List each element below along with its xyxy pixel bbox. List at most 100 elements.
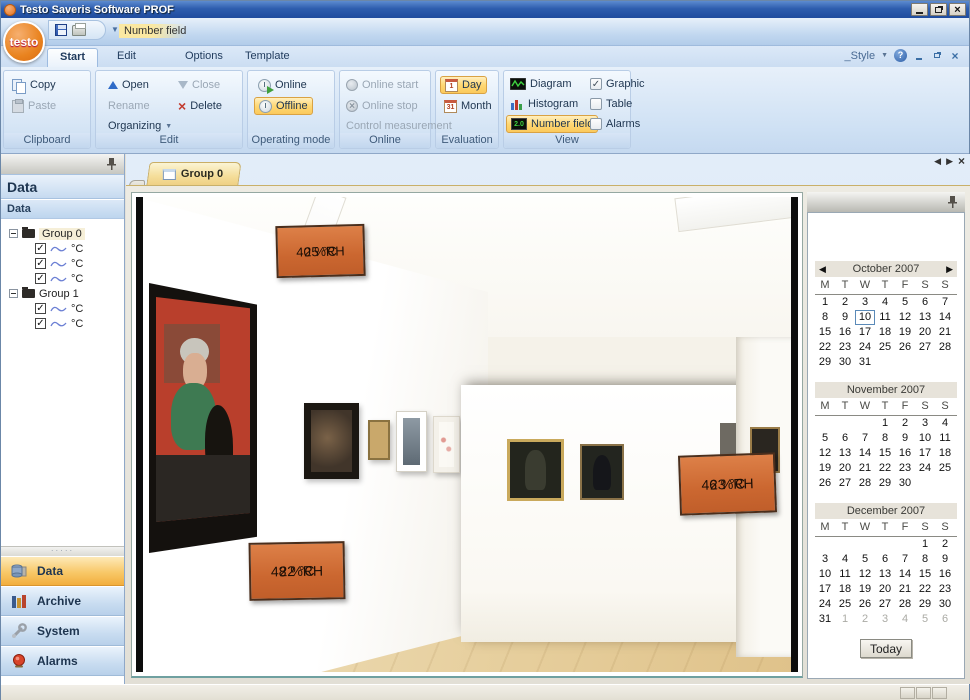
doc-restore-icon[interactable]	[931, 50, 943, 62]
calendar-day[interactable]: 16	[835, 325, 855, 340]
calendar-day[interactable]: 19	[855, 582, 875, 597]
close-group-button[interactable]: Close	[174, 76, 224, 94]
delete-button[interactable]: ×Delete	[174, 97, 226, 115]
rename-button[interactable]: Rename	[104, 97, 154, 115]
calendar-day[interactable]: 22	[875, 461, 895, 476]
pin-icon[interactable]	[107, 158, 116, 170]
doc-next-icon[interactable]: ▶	[946, 156, 953, 167]
next-month-icon[interactable]: ▶	[946, 261, 953, 277]
calendar-day[interactable]: 29	[915, 597, 935, 612]
calendar-day[interactable]: 21	[855, 461, 875, 476]
calendar-day[interactable]: 28	[935, 340, 955, 355]
online-start-button[interactable]: Online start	[342, 76, 422, 94]
day-button[interactable]: 1Day	[440, 76, 487, 94]
calendar-day[interactable]: 31	[815, 612, 835, 627]
calendar-day[interactable]: 18	[875, 325, 895, 340]
calendar-day[interactable]: 8	[875, 431, 895, 446]
calendar-day[interactable]: 31	[855, 355, 875, 370]
customize-toolbar-icon[interactable]: ▼	[111, 25, 119, 34]
style-menu[interactable]: _Style	[844, 50, 875, 62]
histogram-button[interactable]: Histogram	[506, 95, 582, 113]
calendar-day[interactable]: 26	[895, 340, 915, 355]
calendar-day[interactable]: 23	[835, 340, 855, 355]
calendar-day[interactable]: 10	[815, 567, 835, 582]
tab-template[interactable]: Template	[233, 48, 302, 67]
calendar-day[interactable]: 13	[835, 446, 855, 461]
calendar-day[interactable]: 16	[935, 567, 955, 582]
calendar-day[interactable]: 3	[875, 612, 895, 627]
copy-button[interactable]: Copy	[8, 76, 60, 94]
diagram-button[interactable]: Diagram	[506, 75, 576, 93]
calendar-day[interactable]: 12	[855, 567, 875, 582]
calendar-day[interactable]: 21	[935, 325, 955, 340]
minimize-button[interactable]	[911, 3, 928, 16]
doc-prev-icon[interactable]: ◀	[934, 156, 941, 167]
calendar-day[interactable]: 22	[915, 582, 935, 597]
calendar-day[interactable]: 30	[835, 355, 855, 370]
calendar-day[interactable]: 2	[855, 612, 875, 627]
calendar-day[interactable]: 12	[815, 446, 835, 461]
calendar-day[interactable]: 5	[915, 612, 935, 627]
calendar-day[interactable]: 17	[815, 582, 835, 597]
calendar-day[interactable]: 4	[835, 552, 855, 567]
calendar-day[interactable]: 30	[895, 476, 915, 491]
calendar-day[interactable]: 2	[835, 295, 855, 310]
calendar-day[interactable]: 13	[875, 567, 895, 582]
calendar-day[interactable]: 27	[875, 597, 895, 612]
calendar-day[interactable]: 11	[835, 567, 855, 582]
calendar-day[interactable]: 27	[835, 476, 855, 491]
panel-splitter[interactable]: ·····	[1, 546, 124, 556]
calendar-day[interactable]: 1	[875, 416, 895, 431]
collapse-icon[interactable]	[9, 289, 18, 298]
calendar-day[interactable]: 19	[815, 461, 835, 476]
resize-grip[interactable]	[900, 687, 947, 699]
control-measurement-button[interactable]: Control measurement	[342, 117, 456, 135]
calendar-day[interactable]: 14	[855, 446, 875, 461]
calendar-day[interactable]: 3	[815, 552, 835, 567]
calendar-day[interactable]: 22	[815, 340, 835, 355]
calendar-day[interactable]: 29	[875, 476, 895, 491]
calendar-day[interactable]: 9	[835, 310, 855, 325]
today-button[interactable]: Today	[860, 639, 912, 658]
calendar-day[interactable]: 7	[855, 431, 875, 446]
calendar-day[interactable]: 4	[875, 295, 895, 310]
number-field-button[interactable]: 2.0Number field	[506, 115, 598, 133]
calendar-day[interactable]: 19	[895, 325, 915, 340]
nav-data-button[interactable]: Data	[1, 556, 124, 586]
tree-channel[interactable]: ✓°C	[9, 271, 124, 286]
testo-logo-button[interactable]: testo	[3, 21, 45, 63]
calendar-day[interactable]: 21	[895, 582, 915, 597]
online-stop-button[interactable]: Online stop	[342, 97, 422, 115]
document-tab-group0[interactable]: Group 0	[146, 162, 241, 185]
calendar-day[interactable]: 26	[855, 597, 875, 612]
calendar-day[interactable]: 6	[835, 431, 855, 446]
calendar-day[interactable]: 9	[935, 552, 955, 567]
calendar-day[interactable]: 8	[915, 552, 935, 567]
calendar-day[interactable]: 28	[855, 476, 875, 491]
help-icon[interactable]: ?	[894, 49, 907, 62]
table-checkbox[interactable]: Table	[586, 95, 636, 113]
calendar-day[interactable]: 15	[875, 446, 895, 461]
calendar-day[interactable]: 8	[815, 310, 835, 325]
calendar-day[interactable]: 24	[855, 340, 875, 355]
calendar-day[interactable]: 14	[935, 310, 955, 325]
collapse-icon[interactable]	[9, 229, 18, 238]
calendar-day[interactable]: 6	[875, 552, 895, 567]
print-icon[interactable]	[72, 25, 86, 36]
pin-icon[interactable]	[948, 196, 957, 208]
graphic-checkbox[interactable]: ✓Graphic	[586, 75, 649, 93]
save-icon[interactable]	[55, 24, 67, 36]
doc-close-icon[interactable]: ×	[949, 50, 961, 62]
calendar-day[interactable]: 10	[855, 310, 875, 325]
calendar-day[interactable]: 17	[915, 446, 935, 461]
calendar-day[interactable]: 5	[855, 552, 875, 567]
calendar-day[interactable]: 15	[815, 325, 835, 340]
channel-checkbox[interactable]: ✓	[35, 303, 46, 314]
open-button[interactable]: Open	[104, 76, 153, 94]
calendar-day[interactable]: 20	[875, 582, 895, 597]
calendar-day[interactable]: 5	[815, 431, 835, 446]
month-button[interactable]: 31Month	[440, 97, 496, 115]
nav-system-button[interactable]: System	[1, 616, 124, 646]
calendar-day[interactable]: 28	[895, 597, 915, 612]
calendar-day[interactable]: 11	[875, 310, 895, 325]
